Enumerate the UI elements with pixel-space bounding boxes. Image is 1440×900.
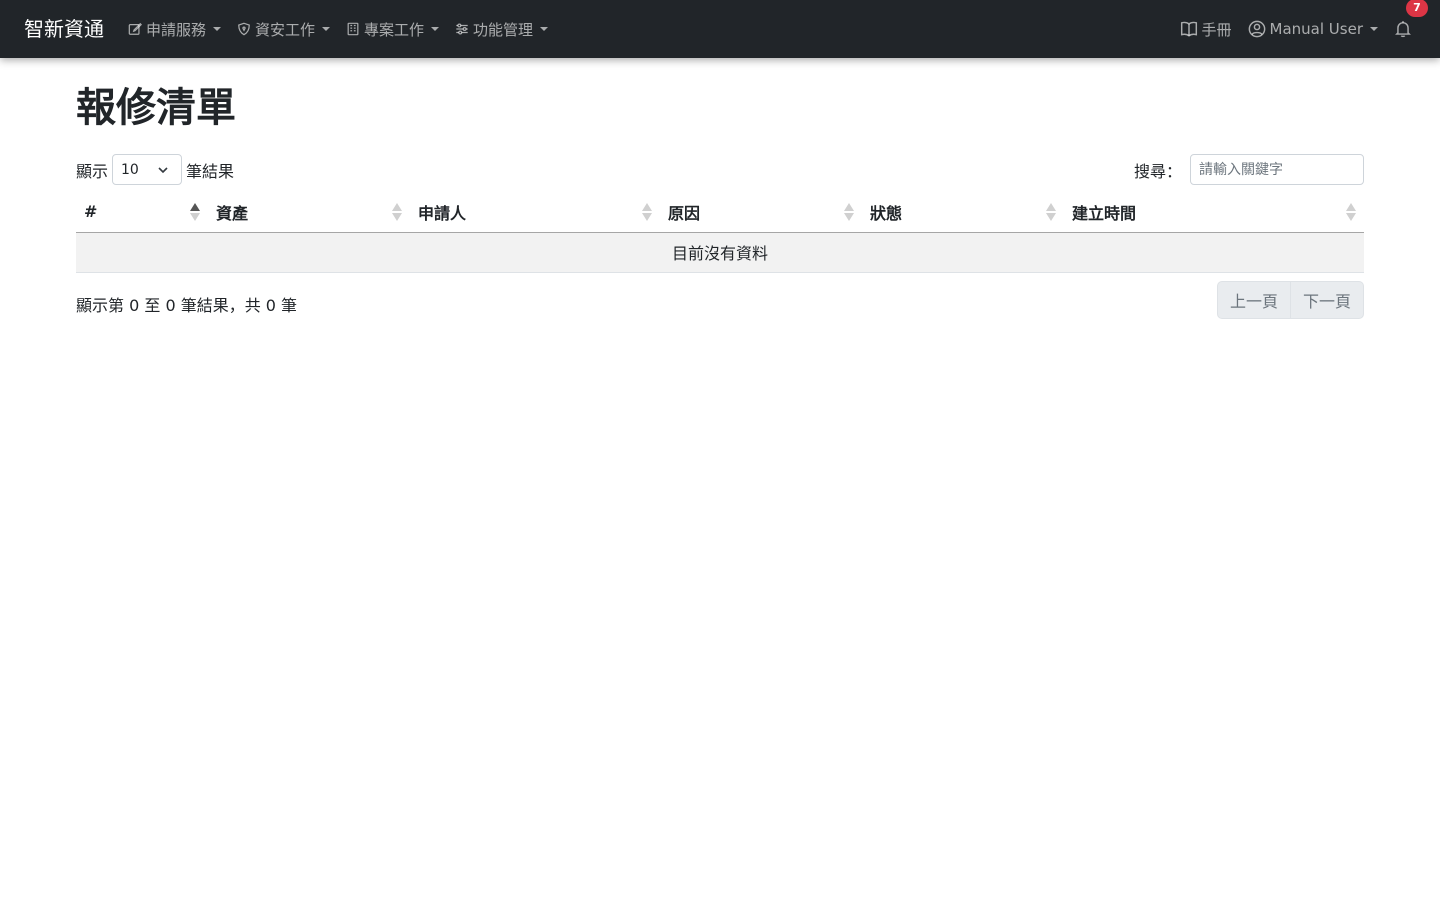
previous-page-button[interactable]: 上一頁	[1218, 282, 1290, 318]
notification-badge: 7	[1406, 0, 1428, 17]
pagination: 上一頁 下一頁	[1216, 281, 1364, 319]
manual-label: 手冊	[1201, 20, 1232, 39]
repair-table: # 資產 申請人 原因 狀態 建立時間 目前沒有資料	[76, 192, 1364, 273]
table-info: 顯示第 0 至 0 筆結果，共 0 筆	[76, 296, 298, 315]
column-header-id[interactable]: #	[76, 192, 208, 233]
shield-icon	[238, 22, 250, 36]
menu-security-work-label: 資安工作	[255, 20, 316, 39]
menu-project-work[interactable]: 專案工作	[346, 0, 440, 58]
pencil-square-icon	[128, 22, 142, 35]
column-header-created-at[interactable]: 建立時間	[1064, 192, 1364, 233]
table-header-row: # 資產 申請人 原因 狀態 建立時間	[76, 192, 1364, 233]
search-control: 搜尋：	[1134, 154, 1364, 185]
sort-ascending-icon	[190, 203, 200, 221]
sort-icon	[844, 203, 854, 221]
menu-function-management[interactable]: 功能管理	[455, 0, 549, 58]
caret-down-icon	[213, 27, 222, 31]
menu-security-work[interactable]: 資安工作	[237, 0, 331, 58]
sort-icon	[1046, 203, 1056, 221]
notification-button[interactable]: 7	[1394, 0, 1428, 58]
show-prefix-label: 顯示	[76, 161, 109, 181]
column-header-label: 申請人	[418, 203, 467, 223]
menu-apply-service-label: 申請服務	[146, 20, 207, 39]
top-navbar: 智新資通 申請服務 資安工作 專案工作 功能管理 手冊 Manual User …	[0, 0, 1440, 58]
sort-icon	[1346, 203, 1356, 221]
sliders-icon	[456, 23, 468, 35]
page-length-value: 10	[121, 161, 139, 178]
user-circle-icon	[1248, 20, 1265, 38]
column-header-label: 建立時間	[1072, 203, 1137, 223]
user-dropdown[interactable]: Manual User	[1248, 0, 1378, 58]
building-icon	[347, 22, 359, 36]
next-page-button[interactable]: 下一頁	[1289, 282, 1363, 318]
column-header-reason[interactable]: 原因	[660, 192, 862, 233]
menu-function-management-label: 功能管理	[473, 20, 534, 39]
page-length-control: 顯示 10 筆結果	[76, 154, 234, 185]
sort-icon	[642, 203, 652, 221]
column-header-label: 資產	[216, 203, 249, 223]
search-label: 搜尋：	[1133, 161, 1182, 181]
column-header-status[interactable]: 狀態	[862, 192, 1064, 233]
show-suffix-label: 筆結果	[186, 161, 235, 181]
column-header-label: #	[84, 202, 98, 222]
search-input[interactable]	[1190, 154, 1364, 185]
menu-apply-service[interactable]: 申請服務	[128, 0, 222, 58]
caret-down-icon	[431, 27, 440, 31]
column-header-label: 狀態	[870, 203, 903, 223]
chevron-down-icon	[158, 166, 168, 173]
page-length-select[interactable]: 10	[112, 154, 183, 185]
column-header-asset[interactable]: 資產	[208, 192, 410, 233]
brand-logo[interactable]: 智新資通	[24, 14, 104, 44]
column-header-label: 原因	[668, 203, 701, 223]
empty-table-message: 目前沒有資料	[76, 232, 1364, 273]
user-menu-area: 手冊 Manual User 7	[1180, 0, 1428, 58]
caret-down-icon	[1370, 27, 1378, 31]
page-title: 報修清單	[76, 85, 236, 131]
main-menu: 申請服務 資安工作 專案工作 功能管理	[128, 0, 564, 58]
bell-icon	[1395, 21, 1411, 38]
book-icon	[1180, 21, 1197, 37]
caret-down-icon	[540, 27, 549, 31]
column-header-applicant[interactable]: 申請人	[410, 192, 660, 233]
manual-link[interactable]: 手冊	[1180, 0, 1232, 58]
table-row: 目前沒有資料	[76, 232, 1364, 273]
caret-down-icon	[322, 27, 331, 31]
user-name: Manual User	[1269, 20, 1363, 38]
menu-project-work-label: 專案工作	[364, 20, 425, 39]
sort-icon	[392, 203, 402, 221]
